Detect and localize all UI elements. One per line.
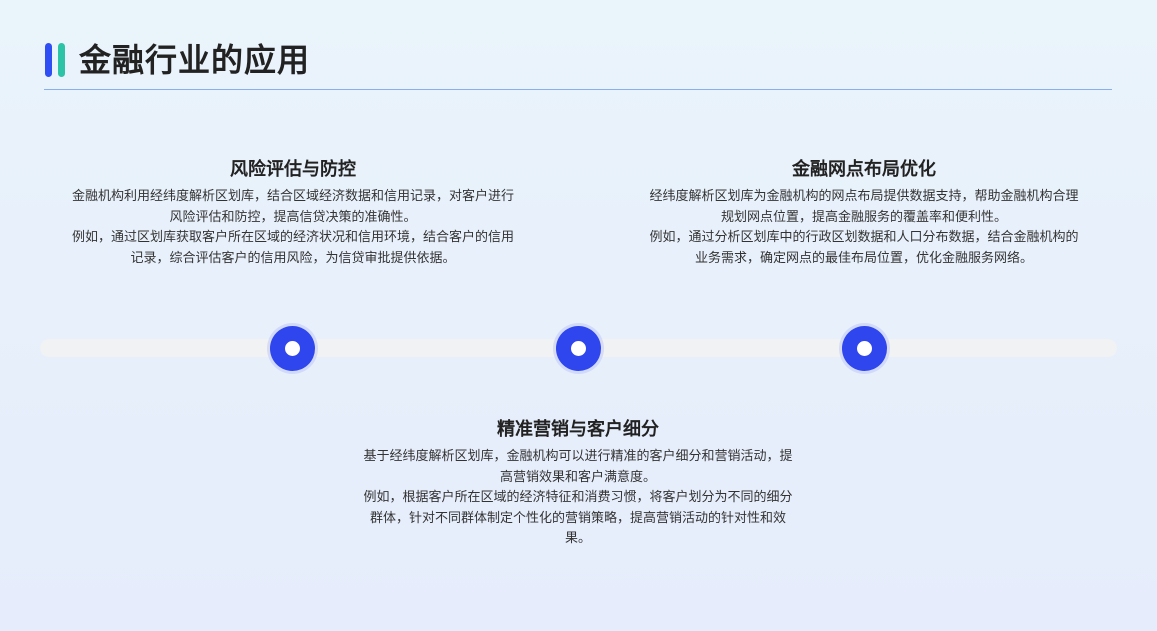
section-title: 风险评估与防控 bbox=[230, 159, 356, 180]
title-divider bbox=[44, 89, 1112, 90]
section-title: 金融网点布局优化 bbox=[792, 159, 936, 180]
section-description: 金融机构利用经纬度解析区划库，结合区域经济数据和信用记录，对客户进行风险评估和防… bbox=[72, 189, 515, 225]
timeline-node-core bbox=[571, 341, 586, 356]
title-bar: 金融行业的应用 bbox=[45, 42, 310, 78]
timeline-node-2 bbox=[556, 326, 601, 371]
section-description: 基于经纬度解析区划库，金融机构可以进行精准的客户细分和营销活动，提高营销效果和客… bbox=[363, 449, 793, 485]
title-accent-teal bbox=[58, 43, 65, 77]
page-title: 金融行业的应用 bbox=[79, 41, 311, 79]
timeline-node-core bbox=[285, 341, 300, 356]
timeline-node-1 bbox=[270, 326, 315, 371]
timeline-node-3 bbox=[842, 326, 887, 371]
section-risk-assessment: 风险评估与防控 金融机构利用经纬度解析区划库，结合区域经济数据和信用记录，对客户… bbox=[72, 159, 514, 269]
section-title: 精准营销与客户细分 bbox=[497, 419, 659, 440]
section-example: 例如，通过区划库获取客户所在区域的经济状况和信用环境，结合客户的信用记录，综合评… bbox=[72, 230, 515, 266]
timeline-node-core bbox=[857, 341, 872, 356]
section-description: 经纬度解析区划库为金融机构的网点布局提供数据支持，帮助金融机构合理规划网点位置，… bbox=[649, 189, 1079, 225]
section-precision-marketing: 精准营销与客户细分 基于经纬度解析区划库，金融机构可以进行精准的客户细分和营销活… bbox=[358, 419, 798, 550]
title-accent-blue bbox=[45, 43, 52, 77]
section-branch-layout: 金融网点布局优化 经纬度解析区划库为金融机构的网点布局提供数据支持，帮助金融机构… bbox=[644, 159, 1084, 269]
section-example: 例如，通过分析区划库中的行政区划数据和人口分布数据，结合金融机构的业务需求，确定… bbox=[649, 230, 1079, 266]
section-example: 例如，根据客户所在区域的经济特征和消费习惯，将客户划分为不同的细分群体，针对不同… bbox=[363, 490, 793, 546]
